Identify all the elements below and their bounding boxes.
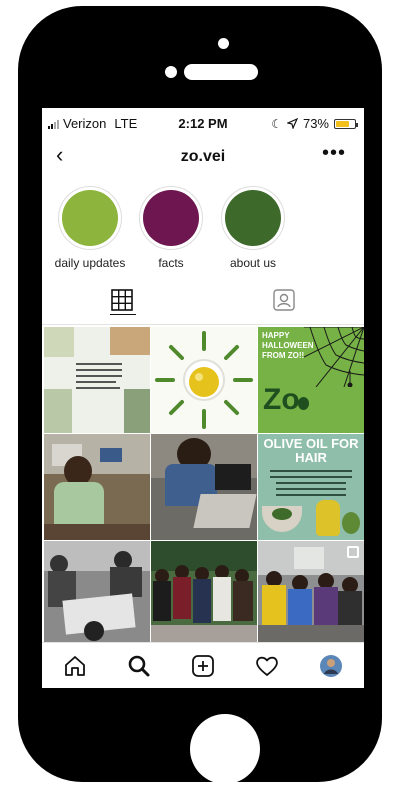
post-tile-group-table[interactable] — [44, 541, 150, 647]
plus-square-icon — [192, 655, 214, 677]
moon-icon: ☾ — [271, 116, 282, 131]
highlight-daily-updates[interactable]: daily updates — [50, 186, 130, 270]
phone-screen: Verizon LTE 2:12 PM ☾ 73% ‹ zo.vei ••• d… — [42, 108, 364, 688]
home-button[interactable] — [190, 714, 260, 784]
highlight-label: about us — [229, 256, 277, 270]
nav-profile[interactable] — [318, 653, 344, 679]
post-tile-halloween[interactable]: HAPPY HALLOWEEN FROM ZO!! Zo — [258, 327, 364, 433]
post-tile-laptop-photo[interactable] — [151, 434, 257, 540]
battery-level — [336, 120, 350, 127]
nav-new-post[interactable] — [190, 653, 216, 679]
highlight-cover — [62, 190, 118, 246]
story-highlights: daily updates facts about us — [42, 186, 364, 270]
heart-icon — [256, 656, 278, 676]
battery-icon — [334, 118, 358, 129]
post-tile-student-photo[interactable] — [44, 434, 150, 540]
posts-grid: HAPPY HALLOWEEN FROM ZO!! Zo OLIVE OIL F… — [44, 327, 364, 647]
profile-tabs — [42, 280, 364, 325]
nav-activity[interactable] — [254, 653, 280, 679]
front-camera — [165, 66, 177, 78]
post-tile-classroom[interactable] — [258, 541, 364, 647]
location-arrow-icon — [286, 118, 298, 129]
avatar-icon — [320, 655, 342, 677]
highlight-cover — [225, 190, 281, 246]
bottom-nav — [42, 642, 364, 688]
post-tile-group-photo[interactable] — [151, 541, 257, 647]
post-tile-olive-drop[interactable] — [151, 327, 257, 433]
highlight-cover — [143, 190, 199, 246]
highlight-label: daily updates — [54, 256, 126, 270]
olive-icon — [298, 397, 309, 410]
post-tile-olive-oil-hair[interactable]: OLIVE OIL FOR HAIR — [258, 434, 364, 540]
spiderweb-icon — [304, 327, 364, 387]
nav-home[interactable] — [62, 653, 88, 679]
highlight-label: facts — [158, 256, 184, 270]
home-icon — [65, 656, 85, 676]
olive-oil-drop-illustration — [155, 331, 253, 429]
nav-search[interactable] — [126, 653, 152, 679]
highlight-about-us[interactable]: about us — [213, 186, 293, 270]
tab-grid[interactable] — [110, 288, 136, 315]
search-icon — [128, 655, 150, 677]
highlight-facts[interactable]: facts — [131, 186, 211, 270]
zo-logo: Zo — [263, 383, 300, 416]
tagged-icon — [273, 289, 295, 311]
multiple-posts-icon — [347, 546, 359, 558]
profile-header: ‹ zo.vei ••• — [42, 138, 364, 172]
post-title: OLIVE OIL FOR HAIR — [263, 436, 359, 465]
status-bar: Verizon LTE 2:12 PM ☾ 73% — [42, 108, 364, 138]
earpiece-speaker — [184, 64, 258, 80]
post-tile-facts[interactable] — [44, 327, 150, 433]
battery-percent: 73% — [302, 116, 329, 131]
front-sensor — [218, 38, 229, 49]
profile-handle: zo.vei — [180, 148, 226, 165]
grid-icon — [111, 289, 133, 311]
more-dots-icon[interactable]: ••• — [322, 142, 346, 165]
tab-tagged[interactable] — [272, 288, 298, 314]
